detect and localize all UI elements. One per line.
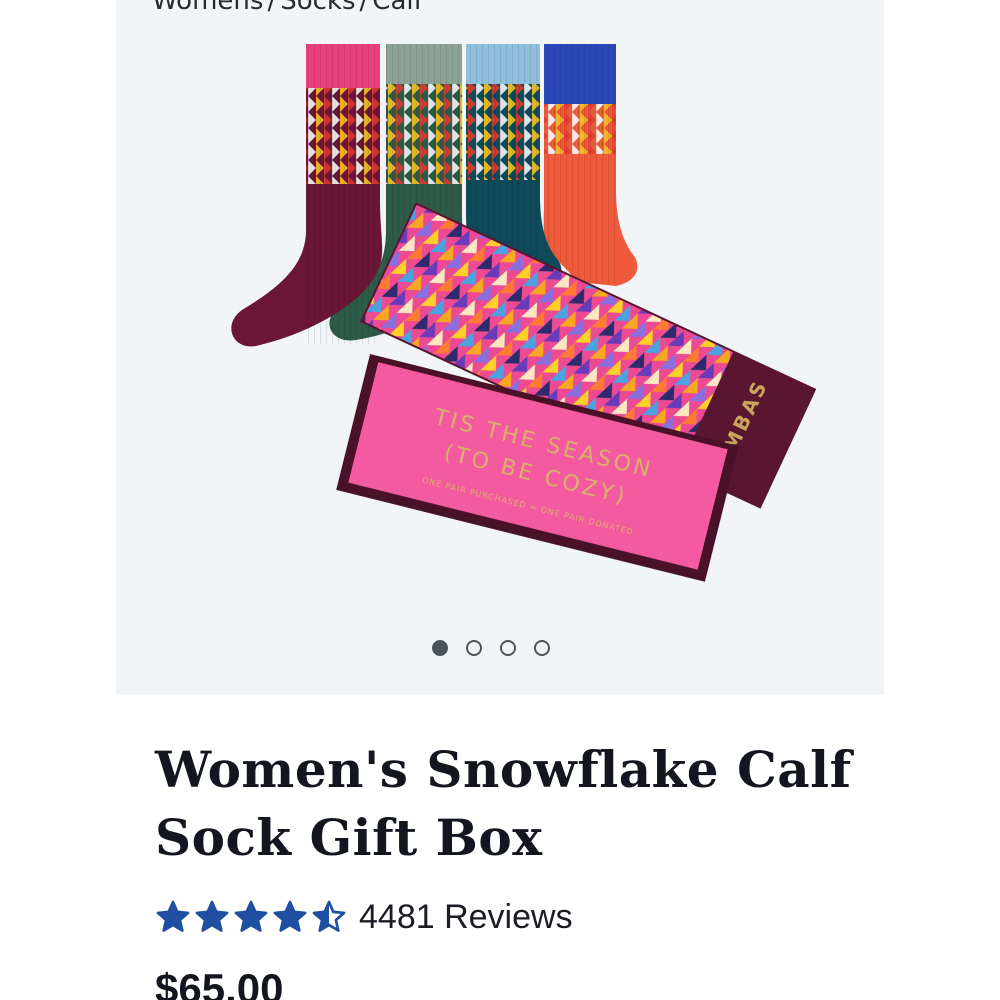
rating-stars: [155, 899, 347, 935]
carousel-dots: [432, 640, 550, 656]
carousel-dot[interactable]: [432, 640, 448, 656]
star-icon: [156, 900, 190, 932]
sock-blue: [543, 44, 638, 286]
carousel-dot[interactable]: [466, 640, 482, 656]
sock-pink: [231, 44, 383, 347]
product-rating[interactable]: 4481 Reviews: [155, 895, 573, 939]
product-title: Women's Snowflake Calf Sock Gift Box: [155, 740, 852, 867]
star-icon: [195, 900, 229, 932]
reviews-label: Reviews: [444, 897, 573, 936]
star-icon: [273, 900, 307, 932]
carousel-dot[interactable]: [500, 640, 516, 656]
product-gallery[interactable]: Womens / Socks / Calf BOMBAS TIS THE SEA…: [116, 0, 884, 695]
reviews-link[interactable]: 4481 Reviews: [359, 898, 573, 937]
product-image[interactable]: BOMBAS TIS THE SEASON (TO BE COZY) ONE P…: [116, 0, 884, 695]
carousel-dot[interactable]: [534, 640, 550, 656]
reviews-count: 4481: [359, 897, 435, 936]
star-icon: [234, 900, 268, 932]
product-page: Womens / Socks / Calf BOMBAS TIS THE SEA…: [0, 0, 1000, 1000]
product-price: $65.00: [155, 965, 284, 1000]
half-star-icon: [312, 900, 346, 932]
